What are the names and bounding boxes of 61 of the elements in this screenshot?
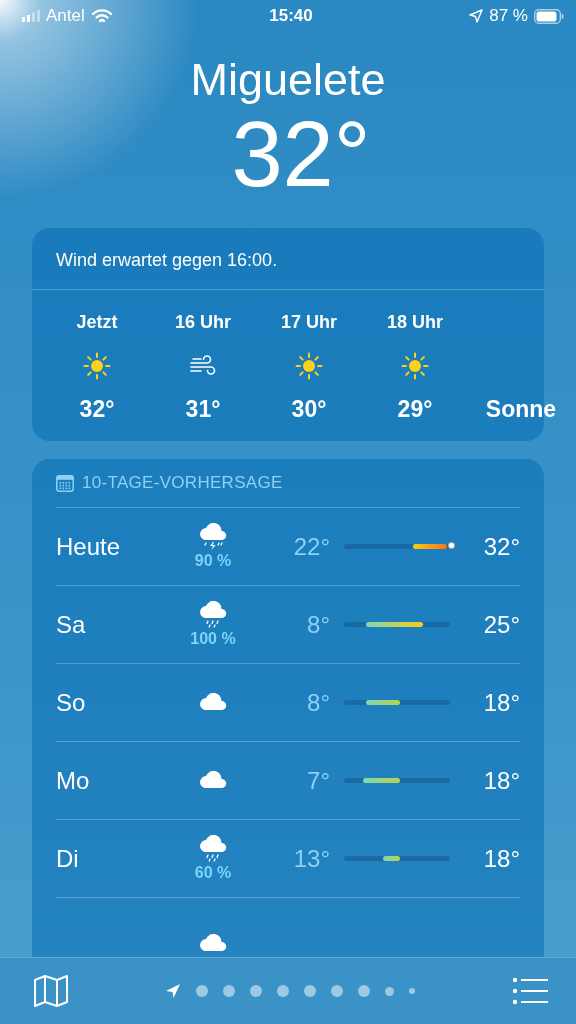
clock-time: 15:40 <box>269 6 313 26</box>
hour-temperature: 30° <box>291 396 327 423</box>
day-label: So <box>56 688 87 717</box>
day-label: Di <box>56 844 80 873</box>
precipitation-chance: 90 % <box>194 552 232 570</box>
rain-cloud-icon <box>197 601 229 629</box>
high-temperature: 18° <box>482 766 520 795</box>
cloud-icon <box>197 692 229 713</box>
hour-label: 16 Uhr <box>175 312 231 332</box>
page-dot[interactable] <box>304 985 316 997</box>
rain-cloud-icon <box>197 835 229 863</box>
day-label: Heute <box>56 532 122 561</box>
page-dot[interactable] <box>331 985 343 997</box>
wifi-icon <box>90 8 113 24</box>
page-dot[interactable] <box>277 985 289 997</box>
wind-icon <box>189 355 217 377</box>
current-temperature: 32° <box>231 106 371 202</box>
day-label: Sa <box>56 610 87 639</box>
high-temperature: 18° <box>482 688 520 717</box>
day-label: Mo <box>56 766 91 795</box>
map-icon[interactable] <box>34 975 68 1007</box>
low-temperature: 22° <box>292 532 331 561</box>
cloud-icon <box>197 933 229 954</box>
hour-label: Jetzt <box>76 312 118 332</box>
list-icon[interactable] <box>512 977 548 1005</box>
page-dot[interactable] <box>409 988 415 994</box>
high-temperature: 32° <box>482 532 520 561</box>
location-arrow-icon <box>469 9 484 23</box>
calendar-icon <box>56 474 74 492</box>
hour-temperature: 29° <box>397 396 433 423</box>
low-temperature: 8° <box>306 688 331 717</box>
page-dot[interactable] <box>250 985 262 997</box>
high-temperature: 18° <box>482 844 520 873</box>
battery-icon <box>534 8 564 24</box>
sunset-label: Sonne <box>485 396 557 423</box>
location-page-icon[interactable] <box>165 983 181 999</box>
forecast-summary: Wind erwartet gegen 16:00. <box>32 228 544 290</box>
thunderstorm-icon <box>197 523 229 551</box>
hour-temperature: 31° <box>185 396 221 423</box>
sun-icon <box>295 352 323 380</box>
page-dot[interactable] <box>385 986 394 996</box>
hour-label: 18 Uhr <box>387 312 443 332</box>
city-name: Miguelete <box>190 54 386 106</box>
sun-icon <box>83 352 111 380</box>
low-temperature: 7° <box>306 766 331 795</box>
sun-icon <box>401 352 429 380</box>
hour-label: 17 Uhr <box>281 312 337 332</box>
page-dot[interactable] <box>358 985 370 997</box>
high-temperature: 25° <box>482 610 520 639</box>
section-title: 10-TAGE-VORHERSAGE <box>82 473 283 493</box>
page-dot[interactable] <box>196 985 208 997</box>
battery-percentage: 87 % <box>489 6 528 26</box>
low-temperature: 13° <box>292 844 331 873</box>
cloud-icon <box>197 770 229 791</box>
precipitation-chance: 100 % <box>190 630 236 648</box>
page-dot[interactable] <box>223 985 235 997</box>
hour-temperature: 32° <box>79 396 115 423</box>
signal-icon <box>22 10 40 22</box>
precipitation-chance: 60 % <box>194 864 232 882</box>
carrier-name: Antel <box>46 6 85 26</box>
low-temperature: 8° <box>306 610 331 639</box>
